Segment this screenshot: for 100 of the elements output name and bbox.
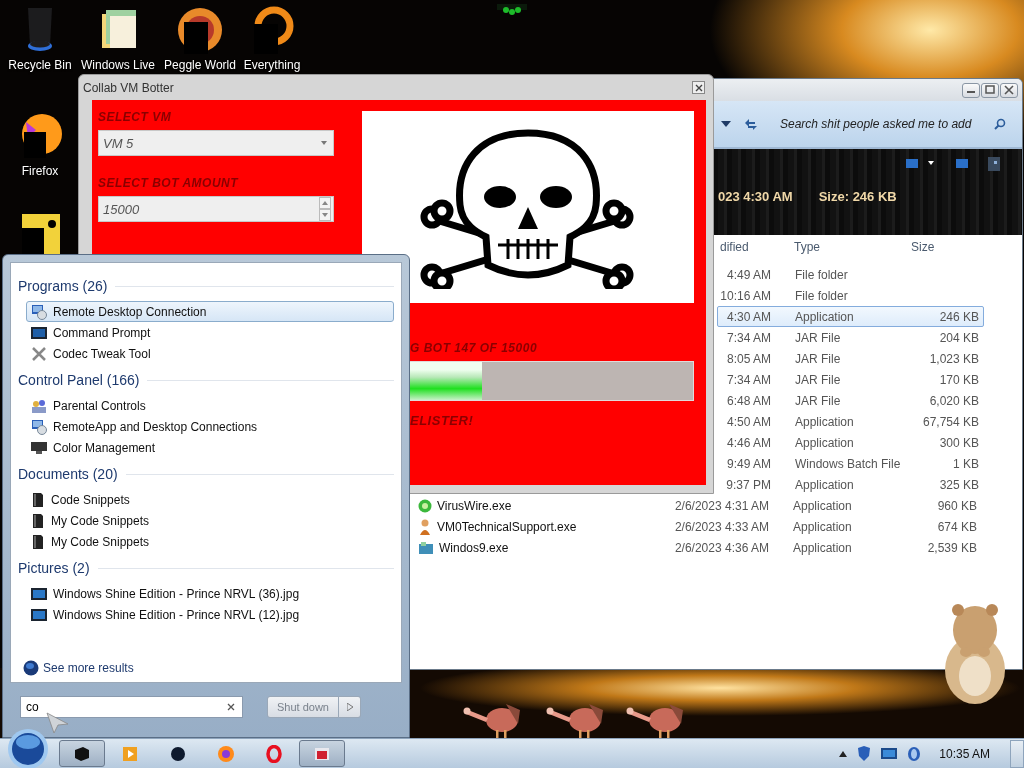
globe-icon <box>23 660 39 676</box>
arrow-icon <box>346 703 353 711</box>
file-size: Size: 246 KB <box>818 189 897 204</box>
file-row[interactable]: Windos9.exe 2/6/2023 4:36 AM Application 2,539 KB <box>411 537 982 558</box>
monitor-icon <box>31 440 47 455</box>
cube-icon <box>73 745 91 762</box>
result-item[interactable]: Codec Tweak Tool <box>26 343 394 364</box>
globe-icon[interactable] <box>907 745 922 762</box>
table-cell-text: Application <box>794 477 855 492</box>
modified-date: 023 4:30 AM <box>718 189 793 204</box>
table-cell-text: 6:48 AM <box>725 393 772 408</box>
column-header[interactable]: dified <box>717 240 788 254</box>
close-button[interactable] <box>692 81 705 94</box>
file-row[interactable]: VM0TechnicalSupport.exe 2/6/2023 4:33 AM Application 674 KB <box>411 516 982 537</box>
group-heading: Programs (26) <box>18 278 108 294</box>
monitor-icon <box>31 325 47 340</box>
table-cell: 300 KB <box>939 435 979 450</box>
clear-icon[interactable] <box>227 703 235 711</box>
close-icon <box>694 83 703 92</box>
desktop-icon-label[interactable]: Peggle World <box>164 58 236 72</box>
result-item[interactable]: Windows Shine Edition - Prince NRVL (12).jpg <box>26 604 394 625</box>
maximize-button[interactable] <box>981 82 999 98</box>
caret-down-icon[interactable] <box>721 121 731 127</box>
result-item[interactable]: RemoteApp and Desktop Connections <box>26 416 394 437</box>
group-heading: Documents (20) <box>18 466 118 482</box>
opera-icon <box>266 744 282 763</box>
help-icon[interactable] <box>988 157 1000 171</box>
group-heading: Control Panel (166) <box>18 372 140 388</box>
desktop-icon-label[interactable]: Recycle Bin <box>8 58 72 72</box>
app-icon <box>313 745 331 762</box>
table-cell-text: 4:30 AM <box>725 309 772 324</box>
caret-up-icon[interactable] <box>839 750 848 757</box>
file-row[interactable]: VirusWire.exe 2/6/2023 4:31 AM Application 960 KB <box>411 495 982 516</box>
table-cell: 2,539 KB <box>927 540 977 555</box>
preview-icon[interactable] <box>956 159 968 169</box>
result-item[interactable]: Remote Desktop Connection <box>26 301 394 322</box>
result-item[interactable]: My Code Snippets <box>26 510 394 531</box>
file-row[interactable]: 10:16 AM File folder <box>717 285 984 306</box>
file-name: VirusWire.exe <box>437 498 512 513</box>
file-row[interactable]: 9:49 AM Windows Batch File 1 KB <box>717 453 984 474</box>
file-row[interactable]: 4:30 AM Application 246 KB <box>717 306 984 327</box>
vm-dropdown[interactable]: VM 5 <box>98 130 334 156</box>
spin-up-icon[interactable] <box>319 197 331 209</box>
see-more-link[interactable]: See more results <box>18 660 394 676</box>
file-row[interactable]: 9:37 PM Application 325 KB <box>717 474 984 495</box>
table-cell: 170 KB <box>939 372 979 387</box>
remote-desktop-icon <box>31 303 47 320</box>
search-field[interactable]: co <box>20 696 243 718</box>
result-item[interactable]: Command Prompt <box>26 322 394 343</box>
file-row[interactable]: 4:50 AM Application 67,754 KB <box>717 411 984 432</box>
field-label: SELECT VM <box>98 110 172 124</box>
gadget-icon[interactable] <box>497 4 527 18</box>
table-cell-text: Application <box>794 435 855 450</box>
view-icon[interactable] <box>906 159 936 169</box>
media-player-icon <box>122 745 138 762</box>
shield-icon[interactable] <box>857 745 872 762</box>
amount-spinner[interactable]: 15000 <box>98 196 334 222</box>
column-header[interactable]: Size <box>908 240 984 254</box>
minimize-button[interactable] <box>962 82 980 98</box>
result-item[interactable]: My Code Snippets <box>26 531 394 552</box>
people-icon <box>31 397 47 414</box>
table-cell-text: Application <box>792 498 853 513</box>
table-cell: 246 KB <box>939 309 979 324</box>
refresh-icon[interactable] <box>743 117 759 131</box>
table-cell-text: JAR File <box>794 330 842 345</box>
clock[interactable]: 10:35 AM <box>939 746 990 761</box>
result-item[interactable]: Windows Shine Edition - Prince NRVL (36).jpg <box>26 583 394 604</box>
close-button[interactable] <box>1000 82 1018 98</box>
table-cell: 325 KB <box>939 477 979 492</box>
table-cell-text: 4:50 AM <box>725 414 772 429</box>
group-heading: Pictures (2) <box>18 560 90 576</box>
remote-desktop-icon <box>31 418 47 435</box>
table-cell: 6,020 KB <box>929 393 979 408</box>
result-item[interactable]: Color Management <box>26 437 394 458</box>
file-row[interactable]: 7:34 AM JAR File 170 KB <box>717 369 984 390</box>
spin-down-icon[interactable] <box>319 209 331 221</box>
start-button[interactable] <box>7 727 49 768</box>
desktop-icon-label[interactable]: Firefox <box>21 164 59 178</box>
file-row[interactable]: 4:46 AM Application 300 KB <box>717 432 984 453</box>
result-item[interactable]: Parental Controls <box>26 395 394 416</box>
table-cell-text: Windows Batch File <box>794 456 902 471</box>
status-text: G BOT 147 OF 15000 <box>410 341 538 355</box>
file-name: VM0TechnicalSupport.exe <box>437 519 577 534</box>
result-item[interactable]: Code Snippets <box>26 489 394 510</box>
mouse-pointer-icon <box>46 712 70 734</box>
search-icon[interactable] <box>994 118 1006 130</box>
monitor-icon[interactable] <box>881 746 898 761</box>
window-icon <box>418 540 434 555</box>
maximize-icon <box>985 85 995 95</box>
ball-icon[interactable] <box>176 6 224 54</box>
desktop-icon-label[interactable]: Everything <box>243 58 301 72</box>
column-header[interactable]: Type <box>788 240 908 254</box>
tools-icon <box>31 345 47 362</box>
taskbar-button[interactable] <box>59 740 105 767</box>
file-row[interactable]: 8:05 AM JAR File 1,023 KB <box>717 348 984 369</box>
table-cell: 204 KB <box>939 330 979 345</box>
desktop-icon-label[interactable]: Windows Live <box>81 58 155 72</box>
file-row[interactable]: 7:34 AM JAR File 204 KB <box>717 327 984 348</box>
file-row[interactable]: 6:48 AM JAR File 6,020 KB <box>717 390 984 411</box>
file-row[interactable]: 4:49 AM File folder <box>717 264 984 285</box>
